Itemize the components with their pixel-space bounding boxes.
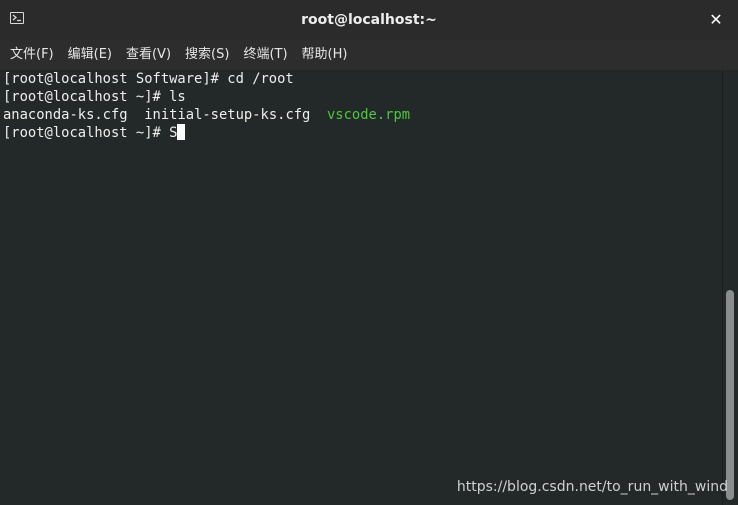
title-bar[interactable]: root@localhost:~ ✕ <box>0 0 738 40</box>
menu-bar: 文件(F) 编辑(E) 查看(V) 搜索(S) 终端(T) 帮助(H) <box>0 40 738 70</box>
menu-help[interactable]: 帮助(H) <box>295 40 355 70</box>
file-anaconda-ks: anaconda-ks.cfg <box>3 107 128 123</box>
terminal-output[interactable]: [root@localhost Software]# cd /root [roo… <box>0 70 722 505</box>
file-initial-setup-ks: initial-setup-ks.cfg <box>144 107 311 123</box>
ls-output-line: anaconda-ks.cfg initial-setup-ks.cfg vsc… <box>3 106 719 124</box>
text-cursor <box>177 124 186 140</box>
current-input[interactable]: S <box>169 125 177 141</box>
prompt: [root@localhost ~]# <box>3 125 170 141</box>
menu-view[interactable]: 查看(V) <box>119 40 178 70</box>
close-icon[interactable]: ✕ <box>702 6 730 34</box>
menu-edit[interactable]: 编辑(E) <box>61 40 119 70</box>
terminal-line: [root@localhost ~]# ls <box>3 89 186 105</box>
vertical-scrollbar[interactable] <box>722 70 738 505</box>
menu-terminal[interactable]: 终端(T) <box>236 40 294 70</box>
terminal-window: root@localhost:~ ✕ 文件(F) 编辑(E) 查看(V) 搜索(… <box>0 0 738 505</box>
separator <box>128 107 145 123</box>
terminal-line: [root@localhost Software]# cd /root <box>3 71 294 87</box>
menu-search[interactable]: 搜索(S) <box>178 40 236 70</box>
menu-file[interactable]: 文件(F) <box>3 40 61 70</box>
file-vscode-rpm: vscode.rpm <box>327 107 411 123</box>
scrollbar-thumb[interactable] <box>726 290 734 500</box>
separator <box>310 107 327 123</box>
current-prompt-line[interactable]: [root@localhost ~]# S <box>3 124 719 142</box>
watermark-url: https://blog.csdn.net/to_run_with_wind <box>456 479 728 495</box>
window-title: root@localhost:~ <box>301 12 437 28</box>
